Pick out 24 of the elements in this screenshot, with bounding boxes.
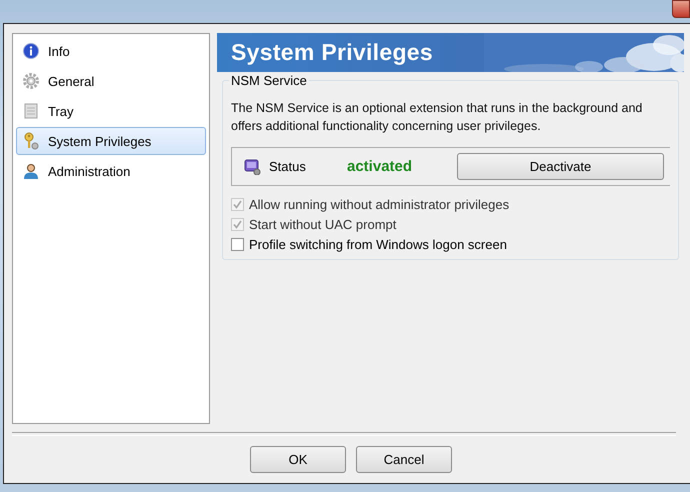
key-icon (23, 132, 39, 150)
document-icon (24, 103, 38, 119)
status-value: activated (347, 158, 414, 175)
checkbox-label: Profile switching from Windows logon screen (249, 237, 507, 252)
sidebar-item[interactable]: Tray (16, 97, 206, 125)
status-label: Status (269, 159, 307, 174)
sidebar-item[interactable]: Info (16, 37, 206, 65)
group-title: NSM Service (229, 73, 309, 88)
sidebar-item[interactable]: General (16, 67, 206, 95)
sidebar-item[interactable]: System Privileges (16, 127, 206, 155)
ok-button[interactable]: OK (250, 446, 346, 473)
close-button[interactable] (672, 0, 690, 18)
gear-icon (23, 73, 39, 89)
monitor-gear-icon (244, 158, 261, 174)
cancel-button[interactable]: Cancel (356, 446, 452, 473)
checkbox[interactable] (231, 238, 244, 251)
deactivate-button[interactable]: Deactivate (457, 153, 664, 180)
sidebar-item[interactable]: Administration (16, 157, 206, 185)
checkbox-label: Start without UAC prompt (249, 217, 396, 232)
checkbox-label: Allow running without administrator privileges (249, 197, 510, 212)
page-title: System Privileges (231, 39, 433, 66)
info-icon (23, 43, 39, 59)
user-icon (23, 163, 39, 179)
description-text: The NSM Service is an optional extension that runs in the background and offers additional functionality concerning user privileges. (231, 100, 644, 135)
